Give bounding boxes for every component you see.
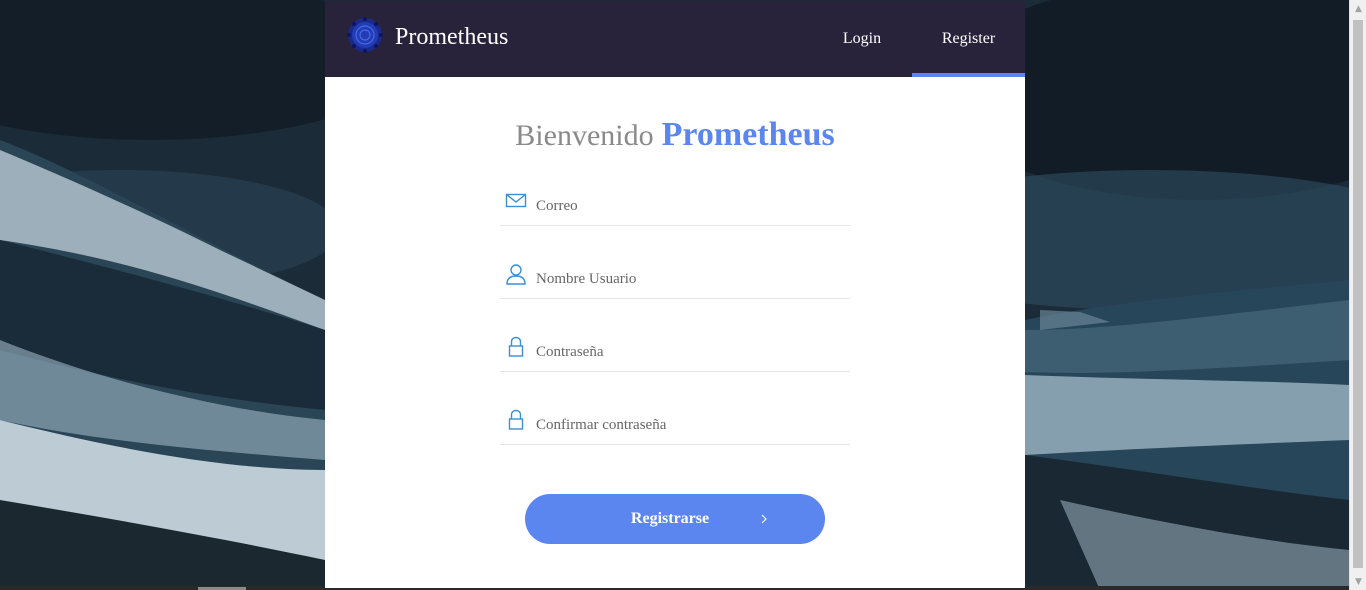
navbar: Prometheus Login Register xyxy=(325,1,1025,77)
lock-icon xyxy=(508,336,524,357)
register-panel: Prometheus Login Register Bienvenido Prom… xyxy=(325,1,1025,588)
brand-name[interactable]: Prometheus xyxy=(395,21,508,53)
email-input[interactable] xyxy=(536,194,836,218)
username-field xyxy=(500,257,850,299)
confirm-password-field xyxy=(500,403,850,445)
password-input[interactable] xyxy=(536,340,836,364)
envelope-icon xyxy=(505,193,527,208)
user-icon xyxy=(506,264,526,285)
prometheus-logo-icon[interactable] xyxy=(347,17,383,53)
vertical-scrollbar-thumb[interactable] xyxy=(1353,20,1363,568)
scroll-down-arrow-icon[interactable]: ▼ xyxy=(1350,573,1366,590)
email-field xyxy=(500,184,850,226)
nav-login-link[interactable]: Login xyxy=(822,1,902,77)
register-button-label: Registrarse xyxy=(630,510,710,527)
chevron-right-icon xyxy=(761,514,767,524)
password-field xyxy=(500,330,850,372)
nav-register-link[interactable]: Register xyxy=(912,1,1025,77)
confirm-password-input[interactable] xyxy=(536,413,836,437)
lock-icon xyxy=(508,409,524,430)
register-button[interactable]: Registrarse xyxy=(525,494,825,544)
welcome-brand: Prometheus xyxy=(661,116,835,153)
vertical-scrollbar[interactable]: ▲ ▼ xyxy=(1349,0,1366,590)
welcome-heading: Bienvenido Prometheus xyxy=(325,113,1025,163)
welcome-prefix: Bienvenido xyxy=(515,119,654,152)
username-input[interactable] xyxy=(536,267,836,291)
scroll-up-arrow-icon[interactable]: ▲ xyxy=(1350,0,1366,17)
